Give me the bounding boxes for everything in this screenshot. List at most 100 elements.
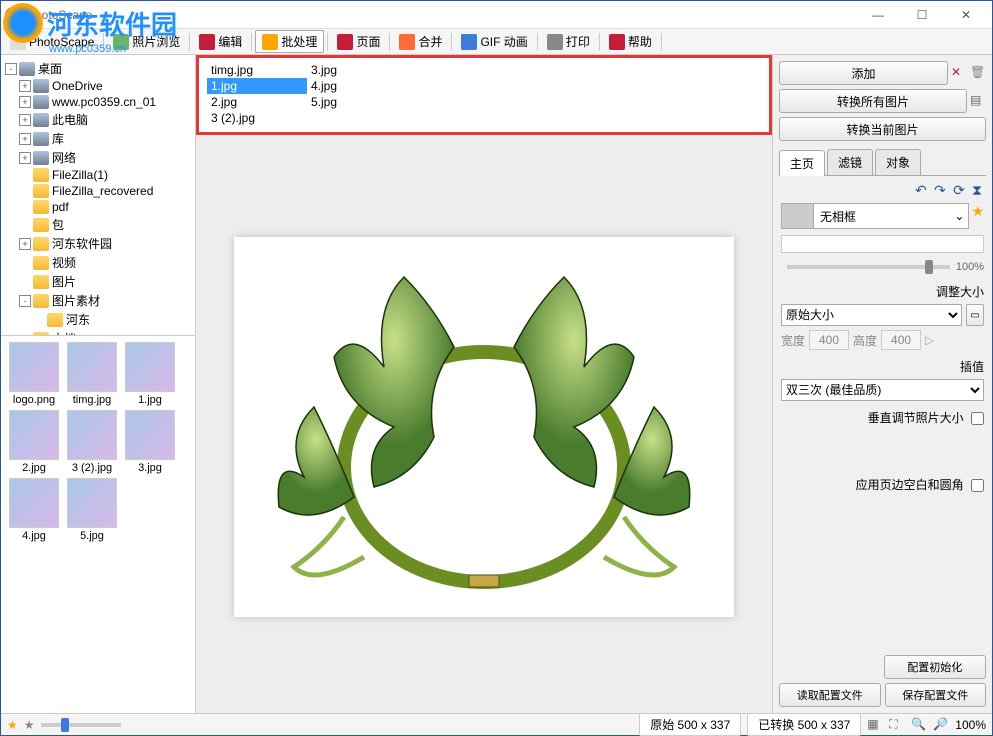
tree-item[interactable]: -桌面 <box>5 59 191 78</box>
trash-icon[interactable]: 🗑 <box>970 65 986 81</box>
thumbnail[interactable]: timg.jpg <box>65 342 119 406</box>
interp-select[interactable]: 双三次 (最佳品质) <box>781 379 984 401</box>
thumbnail[interactable]: 3.jpg <box>123 410 177 474</box>
toolbar-页面[interactable]: 页面 <box>331 31 386 52</box>
tab-object[interactable]: 对象 <box>875 149 921 175</box>
tree-item[interactable]: 视频 <box>5 253 191 272</box>
width-input[interactable] <box>809 330 849 350</box>
toolbar-帮助[interactable]: 帮助 <box>603 31 658 52</box>
maximize-button[interactable]: ☐ <box>900 1 944 29</box>
file-list-item[interactable]: 2.jpg <box>207 94 307 110</box>
refresh-icon[interactable]: ⟳ <box>953 182 965 198</box>
user-icon <box>33 95 49 109</box>
height-input[interactable] <box>881 330 921 350</box>
expand-icon[interactable]: + <box>19 114 31 126</box>
resize-extra-button[interactable]: ▭ <box>966 304 984 326</box>
file-list-item[interactable]: 5.jpg <box>307 94 407 110</box>
config-init-button[interactable]: 配置初始化 <box>884 655 987 679</box>
play-icon[interactable]: ▷ <box>925 333 934 347</box>
thumbnail-grid[interactable]: logo.pngtimg.jpg1.jpg 2.jpg3 (2).jpg3.jpg… <box>1 335 195 713</box>
toolbar-编辑[interactable]: 编辑 <box>193 31 248 52</box>
tree-item[interactable]: +此电脑 <box>5 110 191 129</box>
convert-current-button[interactable]: 转换当前图片 <box>779 117 986 141</box>
tree-item[interactable]: +OneDrive <box>5 78 191 94</box>
batch-file-list[interactable]: timg.jpg1.jpg2.jpg3 (2).jpg 3.jpg4.jpg5.j… <box>196 55 772 135</box>
main-toolbar: PhotoScape 照片浏览编辑批处理页面合并 GIF 动画打印帮助 <box>1 29 992 55</box>
width-label: 宽度 <box>781 332 805 349</box>
tree-item[interactable]: +河东软件园 <box>5 234 191 253</box>
expand-icon[interactable]: + <box>19 80 31 92</box>
file-list-item[interactable]: timg.jpg <box>207 62 307 78</box>
delete-icon[interactable]: ✕ <box>951 65 967 81</box>
expand-icon[interactable]: + <box>19 152 31 164</box>
zoom-in-icon[interactable]: 🔍 <box>911 717 927 733</box>
thumbnail[interactable]: 3 (2).jpg <box>65 410 119 474</box>
read-config-button[interactable]: 读取配置文件 <box>779 683 881 707</box>
frame-select[interactable]: 无相框 ⌄ <box>781 203 969 229</box>
star-grey-icon[interactable]: ★ <box>24 718 35 732</box>
vert-adjust-checkbox[interactable] <box>971 412 984 425</box>
frame-strip[interactable] <box>781 235 984 253</box>
tree-item[interactable]: FileZilla(1) <box>5 167 191 183</box>
frame-preview <box>782 204 814 228</box>
toolbar-GIF 动画[interactable]: GIF 动画 <box>455 31 533 52</box>
toolbar-PhotoScape[interactable]: PhotoScape <box>4 32 100 52</box>
tree-item[interactable]: +库 <box>5 129 191 148</box>
thumbnail[interactable]: 5.jpg <box>65 478 119 542</box>
redo-icon[interactable]: ↷ <box>934 182 946 198</box>
zoom-out-icon[interactable]: 🔎 <box>933 717 949 733</box>
tree-item[interactable]: 包 <box>5 215 191 234</box>
hourglass-icon[interactable]: ⧗ <box>972 182 982 198</box>
tree-item[interactable]: +网络 <box>5 148 191 167</box>
tree-item[interactable]: 图片 <box>5 272 191 291</box>
opacity-slider[interactable] <box>787 265 950 269</box>
margin-checkbox[interactable] <box>971 479 984 492</box>
toolbar-打印[interactable]: 打印 <box>541 31 596 52</box>
toolbar-照片浏览[interactable]: 照片浏览 <box>107 31 186 52</box>
thumbnail[interactable]: 1.jpg <box>123 342 177 406</box>
tree-item[interactable]: 河东 <box>5 310 191 329</box>
tree-item[interactable]: pdf <box>5 199 191 215</box>
close-button[interactable]: ✕ <box>944 1 988 29</box>
preview-image <box>254 247 714 607</box>
grid-icon[interactable]: ▦ <box>867 717 883 733</box>
thumbnail[interactable]: logo.png <box>7 342 61 406</box>
tab-home[interactable]: 主页 <box>779 150 825 176</box>
window-title: PhotoScape <box>27 8 856 22</box>
left-zoom-slider[interactable] <box>41 723 121 727</box>
expand-icon[interactable]: - <box>19 295 31 307</box>
minimize-button[interactable]: — <box>856 1 900 29</box>
center-panel: timg.jpg1.jpg2.jpg3 (2).jpg 3.jpg4.jpg5.j… <box>196 55 772 713</box>
file-list-item[interactable]: 3.jpg <box>307 62 407 78</box>
tree-item[interactable]: FileZilla_recovered <box>5 183 191 199</box>
toolbar-批处理[interactable]: 批处理 <box>255 30 324 53</box>
file-list-item[interactable]: 4.jpg <box>307 78 407 94</box>
expand-icon[interactable]: - <box>5 63 17 75</box>
app-icon <box>5 7 21 23</box>
add-button[interactable]: 添加 <box>779 61 948 85</box>
right-panel: 添加 ✕ 🗑 转换所有图片 ▤ 转换当前图片 主页 滤镜 对象 ↶ ↷ ⟳ ⧗ <box>772 55 992 713</box>
file-list-item[interactable]: 3 (2).jpg <box>207 110 307 126</box>
tree-item[interactable]: -图片素材 <box>5 291 191 310</box>
star-icon[interactable]: ★ <box>971 203 984 220</box>
toolbar-合并[interactable]: 合并 <box>393 31 448 52</box>
list-icon[interactable]: ▤ <box>970 93 986 109</box>
expand-icon[interactable]: + <box>19 238 31 250</box>
convert-all-button[interactable]: 转换所有图片 <box>779 89 967 113</box>
resize-mode-select[interactable]: 原始大小 <box>781 304 962 326</box>
expand-icon[interactable]: + <box>19 96 31 108</box>
tab-filter[interactable]: 滤镜 <box>827 149 873 175</box>
titlebar: PhotoScape — ☐ ✕ <box>1 1 992 29</box>
undo-icon[interactable]: ↶ <box>915 182 927 198</box>
star-yellow-icon[interactable]: ★ <box>7 718 18 732</box>
tree-item[interactable]: +www.pc0359.cn_01 <box>5 94 191 110</box>
thumbnail[interactable]: 4.jpg <box>7 478 61 542</box>
save-config-button[interactable]: 保存配置文件 <box>885 683 987 707</box>
fit-icon[interactable]: ⛶ <box>889 717 905 733</box>
chevron-down-icon[interactable]: ⌄ <box>950 209 968 223</box>
file-list-item[interactable]: 1.jpg <box>207 78 307 94</box>
tab-content: ↶ ↷ ⟳ ⧗ 无相框 ⌄ ★ 100% 调整大小 原始大小 <box>779 176 986 651</box>
thumbnail[interactable]: 2.jpg <box>7 410 61 474</box>
expand-icon[interactable]: + <box>19 133 31 145</box>
folder-tree[interactable]: -桌面+OneDrive+www.pc0359.cn_01+此电脑+库+网络Fi… <box>1 55 195 335</box>
